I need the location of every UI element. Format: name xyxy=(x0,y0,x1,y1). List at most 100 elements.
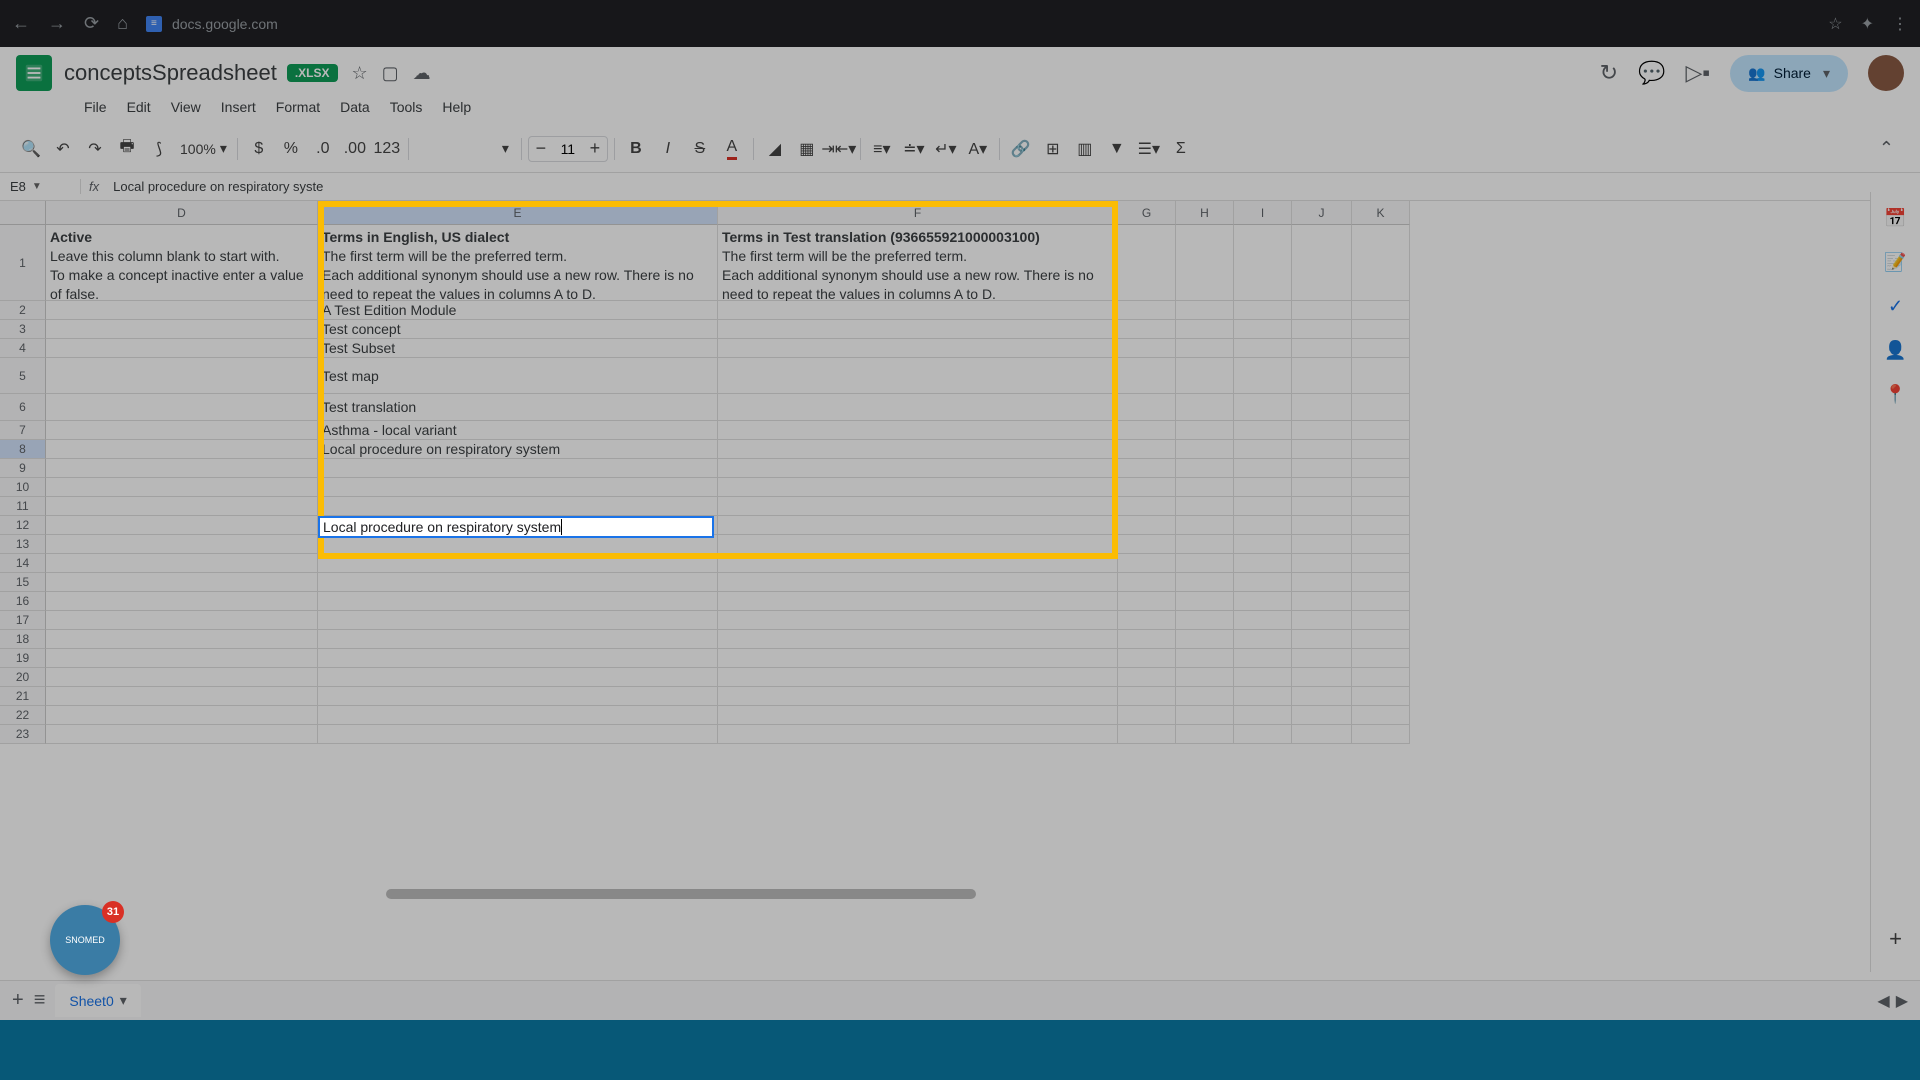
spreadsheet-grid[interactable]: DEFGHIJK1ActiveLeave this column blank t… xyxy=(0,201,1920,941)
link-icon[interactable]: 🔗 xyxy=(1006,134,1036,164)
cell-E4[interactable]: Test Subset xyxy=(318,339,718,358)
cell-G13[interactable] xyxy=(1118,535,1176,554)
cell-I1[interactable] xyxy=(1234,225,1292,301)
cell-D19[interactable] xyxy=(46,649,318,668)
cell-I23[interactable] xyxy=(1234,725,1292,744)
star-icon[interactable]: ☆ xyxy=(352,63,368,84)
cell-D5[interactable] xyxy=(46,358,318,394)
comments-icon[interactable]: 💬 xyxy=(1638,60,1665,86)
menu-edit[interactable]: Edit xyxy=(119,95,159,119)
cell-D16[interactable] xyxy=(46,592,318,611)
cell-I7[interactable] xyxy=(1234,421,1292,440)
cell-J7[interactable] xyxy=(1292,421,1352,440)
cell-F22[interactable] xyxy=(718,706,1118,725)
home-icon[interactable]: ⌂ xyxy=(117,13,128,34)
doc-title[interactable]: conceptsSpreadsheet xyxy=(64,60,277,86)
menu-insert[interactable]: Insert xyxy=(213,95,264,119)
halign-icon[interactable]: ≡▾ xyxy=(867,134,897,164)
cell-F1[interactable]: Terms in Test translation (9366559210000… xyxy=(718,225,1118,301)
cell-K22[interactable] xyxy=(1352,706,1410,725)
cell-F12[interactable] xyxy=(718,516,1118,535)
cell-F4[interactable] xyxy=(718,339,1118,358)
cell-J1[interactable] xyxy=(1292,225,1352,301)
cell-I13[interactable] xyxy=(1234,535,1292,554)
extensions-icon[interactable]: ✦ xyxy=(1861,14,1874,34)
cell-F18[interactable] xyxy=(718,630,1118,649)
row-header-8[interactable]: 8 xyxy=(0,440,46,459)
cell-K12[interactable] xyxy=(1352,516,1410,535)
cell-I10[interactable] xyxy=(1234,478,1292,497)
menu-view[interactable]: View xyxy=(163,95,209,119)
col-header-H[interactable]: H xyxy=(1176,201,1234,225)
contacts-icon[interactable]: 👤 xyxy=(1884,338,1908,362)
menu-tools[interactable]: Tools xyxy=(382,95,431,119)
cell-F13[interactable] xyxy=(718,535,1118,554)
functions-icon[interactable]: Σ xyxy=(1166,134,1196,164)
snomed-badge[interactable]: 31 SNOMED xyxy=(50,905,120,975)
cell-E20[interactable] xyxy=(318,668,718,687)
cell-I16[interactable] xyxy=(1234,592,1292,611)
cell-F17[interactable] xyxy=(718,611,1118,630)
cell-G18[interactable] xyxy=(1118,630,1176,649)
menu-format[interactable]: Format xyxy=(268,95,328,119)
col-header-F[interactable]: F xyxy=(718,201,1118,225)
cell-G20[interactable] xyxy=(1118,668,1176,687)
search-icon[interactable]: 🔍 xyxy=(16,134,46,164)
cell-J20[interactable] xyxy=(1292,668,1352,687)
cell-J5[interactable] xyxy=(1292,358,1352,394)
wrap-icon[interactable]: ↵▾ xyxy=(931,134,961,164)
url-bar[interactable]: ≡ docs.google.com xyxy=(146,16,278,32)
cell-H5[interactable] xyxy=(1176,358,1234,394)
increase-font-button[interactable]: + xyxy=(583,138,607,159)
row-header-15[interactable]: 15 xyxy=(0,573,46,592)
cell-H13[interactable] xyxy=(1176,535,1234,554)
cell-J8[interactable] xyxy=(1292,440,1352,459)
row-header-4[interactable]: 4 xyxy=(0,339,46,358)
user-avatar[interactable] xyxy=(1868,55,1904,91)
cell-J18[interactable] xyxy=(1292,630,1352,649)
cell-G16[interactable] xyxy=(1118,592,1176,611)
cell-G14[interactable] xyxy=(1118,554,1176,573)
cell-G7[interactable] xyxy=(1118,421,1176,440)
cell-H15[interactable] xyxy=(1176,573,1234,592)
cell-K7[interactable] xyxy=(1352,421,1410,440)
all-sheets-icon[interactable]: ≡ xyxy=(34,989,46,1012)
cell-E10[interactable] xyxy=(318,478,718,497)
cell-F8[interactable] xyxy=(718,440,1118,459)
cell-H18[interactable] xyxy=(1176,630,1234,649)
row-header-17[interactable]: 17 xyxy=(0,611,46,630)
cell-D14[interactable] xyxy=(46,554,318,573)
cell-G1[interactable] xyxy=(1118,225,1176,301)
cell-K11[interactable] xyxy=(1352,497,1410,516)
cell-F14[interactable] xyxy=(718,554,1118,573)
cell-D21[interactable] xyxy=(46,687,318,706)
cell-K4[interactable] xyxy=(1352,339,1410,358)
cell-E23[interactable] xyxy=(318,725,718,744)
col-header-K[interactable]: K xyxy=(1352,201,1410,225)
row-header-14[interactable]: 14 xyxy=(0,554,46,573)
bookmark-star-icon[interactable]: ☆ xyxy=(1828,14,1842,34)
cell-D4[interactable] xyxy=(46,339,318,358)
cell-I17[interactable] xyxy=(1234,611,1292,630)
cell-E9[interactable] xyxy=(318,459,718,478)
cell-H10[interactable] xyxy=(1176,478,1234,497)
cell-G17[interactable] xyxy=(1118,611,1176,630)
cell-J17[interactable] xyxy=(1292,611,1352,630)
cell-G3[interactable] xyxy=(1118,320,1176,339)
cell-E22[interactable] xyxy=(318,706,718,725)
row-header-21[interactable]: 21 xyxy=(0,687,46,706)
font-family-select[interactable]: ▾ xyxy=(415,140,515,157)
cell-E14[interactable] xyxy=(318,554,718,573)
reload-icon[interactable]: ⟳ xyxy=(84,13,99,34)
cell-K1[interactable] xyxy=(1352,225,1410,301)
cell-J3[interactable] xyxy=(1292,320,1352,339)
strike-icon[interactable]: S xyxy=(685,134,715,164)
cell-D20[interactable] xyxy=(46,668,318,687)
cell-F10[interactable] xyxy=(718,478,1118,497)
cell-D9[interactable] xyxy=(46,459,318,478)
cell-J22[interactable] xyxy=(1292,706,1352,725)
cell-F7[interactable] xyxy=(718,421,1118,440)
undo-icon[interactable]: ↶ xyxy=(48,134,78,164)
cell-I8[interactable] xyxy=(1234,440,1292,459)
cell-K8[interactable] xyxy=(1352,440,1410,459)
